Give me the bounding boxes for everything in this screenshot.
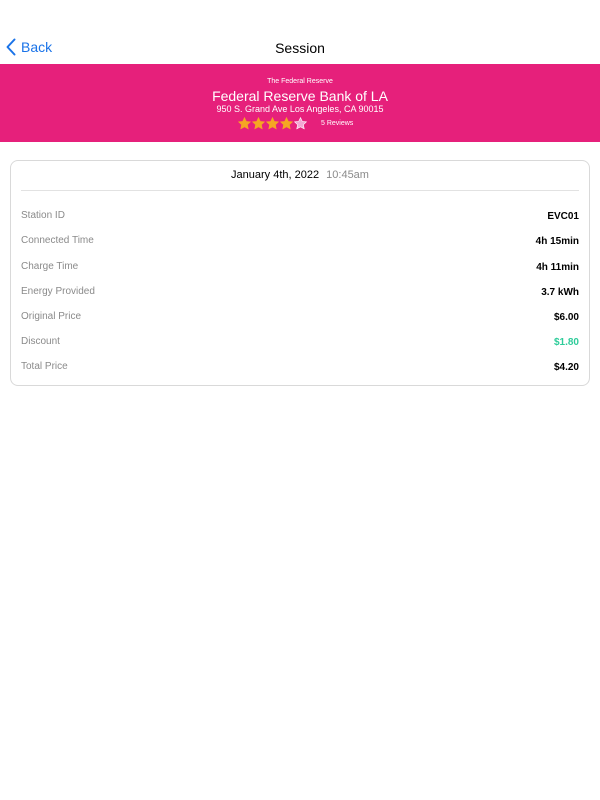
detail-value: $4.20 — [553, 362, 579, 373]
session-datetime: January 4th, 2022 10:45am — [21, 169, 579, 191]
station-address: 950 S. Grand Ave Los Angeles, CA 90015 — [216, 104, 384, 114]
detail-label: Charge Time — [21, 261, 79, 272]
detail-value: 4h 15min — [535, 236, 579, 247]
detail-row-charge-time: Charge Time 4h 11min — [21, 261, 579, 277]
station-operator: The Federal Reserve — [267, 78, 333, 85]
detail-label: Discount — [21, 336, 60, 347]
station-name: Federal Reserve Bank of LA — [212, 88, 388, 104]
detail-value: 3.7 kWh — [541, 287, 579, 298]
detail-row-connected-time: Connected Time 4h 15min — [21, 235, 579, 251]
detail-label: Energy Provided — [21, 286, 95, 297]
detail-row-original-price: Original Price $6.00 — [21, 311, 579, 327]
detail-value: 4h 11min — [536, 262, 579, 273]
star-empty-icon[interactable] — [294, 117, 307, 130]
star-filled-icon[interactable] — [266, 117, 279, 130]
detail-row-station-id: Station ID EVC01 — [21, 210, 579, 226]
reviews-count[interactable]: 5 Reviews — [321, 120, 353, 127]
session-time: 10:45am — [326, 169, 369, 181]
detail-label: Total Price — [21, 361, 68, 372]
star-filled-icon[interactable] — [280, 117, 293, 130]
detail-label: Station ID — [21, 210, 65, 221]
rating-row[interactable]: 5 Reviews — [238, 117, 353, 130]
session-details-card: January 4th, 2022 10:45am Station ID EVC… — [10, 160, 590, 386]
detail-value: $1.80 — [553, 337, 579, 348]
detail-row-total-price: Total Price $4.20 — [21, 361, 579, 377]
navigation-bar: Back Session — [0, 0, 600, 64]
detail-label: Original Price — [21, 311, 82, 322]
detail-value: $6.00 — [553, 312, 579, 323]
star-filled-icon[interactable] — [238, 117, 251, 130]
detail-row-energy-provided: Energy Provided 3.7 kWh — [21, 286, 579, 302]
star-rating[interactable] — [238, 117, 307, 130]
detail-row-discount: Discount $1.80 — [21, 336, 579, 352]
session-date: January 4th, 2022 — [231, 169, 320, 181]
detail-value: EVC01 — [547, 211, 579, 222]
detail-label: Connected Time — [21, 235, 94, 246]
page-title: Session — [275, 40, 325, 56]
station-banner: The Federal Reserve Federal Reserve Bank… — [0, 64, 600, 142]
star-filled-icon[interactable] — [252, 117, 265, 130]
